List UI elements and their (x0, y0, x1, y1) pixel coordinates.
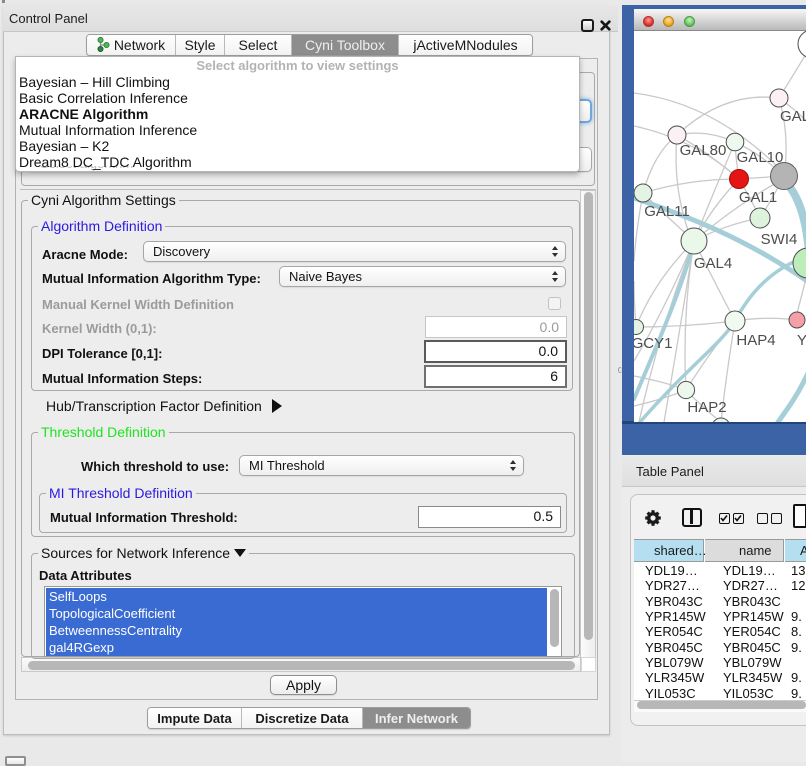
svg-text:GAL11: GAL11 (644, 203, 690, 220)
svg-text:GAL2: GAL2 (780, 108, 806, 125)
svg-text:GCY1: GCY1 (634, 335, 672, 352)
svg-text:GAL1: GAL1 (739, 189, 777, 206)
svg-text:HAP4: HAP4 (736, 332, 775, 349)
svg-text:YEL: YEL (797, 332, 806, 349)
svg-text:SWI4: SWI4 (761, 231, 798, 248)
svg-text:GAL10: GAL10 (737, 149, 784, 166)
svg-text:GAL80: GAL80 (680, 142, 727, 159)
svg-text:HAP2: HAP2 (687, 399, 726, 416)
svg-text:GAL4: GAL4 (694, 255, 732, 272)
